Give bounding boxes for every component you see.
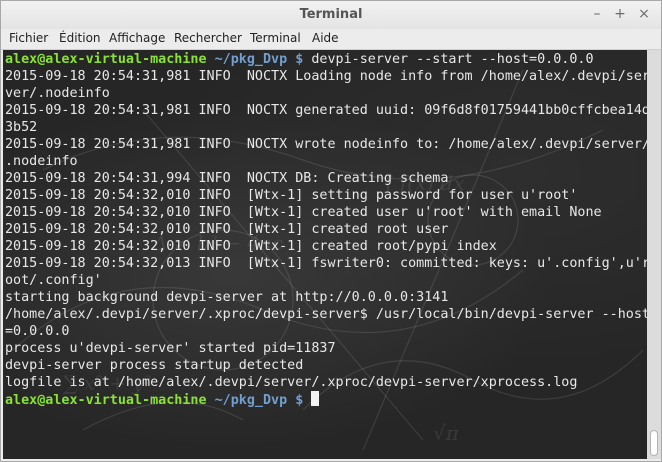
final-prompt-line[interactable]: alex@alex-virtual-machine ~/pkg_Dvp $ — [5, 391, 647, 408]
output-line: 2015-09-18 20:54:32,010 INFO [Wtx-1] set… — [5, 188, 578, 203]
menu-rechercher[interactable]: Rechercher — [174, 31, 242, 45]
scrollbar-thumb[interactable] — [650, 430, 658, 456]
menu-terminal[interactable]: Terminal — [250, 31, 301, 45]
output-line: ver/.nodeinfo — [5, 86, 110, 101]
terminal-window: Terminal – + × Fichier Édition Affichage… — [0, 0, 662, 462]
command-line: alex@alex-virtual-machine ~/pkg_Dvp $ de… — [5, 51, 647, 68]
output-line: 2015-09-18 20:54:31,981 INFO NOCTX gener… — [5, 103, 647, 118]
close-icon[interactable]: × — [635, 5, 653, 23]
minimize-icon[interactable]: – — [588, 5, 606, 23]
output-line: 2015-09-18 20:54:32,010 INFO [Wtx-1] cre… — [5, 222, 449, 237]
menu-bar: Fichier Édition Affichage Rechercher Ter… — [1, 29, 661, 50]
output-line: 2015-09-18 20:54:31,981 INFO NOCTX Loadi… — [5, 69, 647, 84]
output-line: 3b52 — [5, 120, 38, 135]
window-title: Terminal — [299, 7, 363, 22]
output-line: 2015-09-18 20:54:32,013 INFO [Wtx-1] fsw… — [5, 256, 647, 271]
command-text: devpi-server --start --host=0.0.0.0 — [303, 52, 594, 67]
output-line: 2015-09-18 20:54:32,010 INFO [Wtx-1] cre… — [5, 239, 497, 254]
output-line: starting background devpi-server at http… — [5, 290, 449, 305]
output-line: /home/alex/.devpi/server/.xproc/devpi-se… — [5, 307, 647, 322]
title-bar[interactable]: Terminal – + × — [1, 1, 661, 29]
menu-fichier[interactable]: Fichier — [9, 31, 48, 45]
terminal-output-area[interactable]: ∑ x² + y² ∫ f(x) dx √π Δ = b² − 4ac alex… — [3, 50, 647, 459]
output-line: logfile is at /home/alex/.devpi/server/.… — [5, 375, 578, 390]
output-line: 2015-09-18 20:54:32,010 INFO [Wtx-1] cre… — [5, 205, 602, 220]
output-line: 2015-09-18 20:54:31,994 INFO NOCTX DB: C… — [5, 171, 449, 186]
maximize-icon[interactable]: + — [611, 5, 629, 23]
output-line: .nodeinfo — [5, 154, 78, 169]
output-line: oot/.config' — [5, 273, 102, 288]
prompt-path: ~/pkg_Dvp $ — [214, 52, 304, 67]
vertical-scrollbar[interactable] — [647, 50, 661, 459]
menu-edition[interactable]: Édition — [59, 31, 101, 45]
final-prompt-user: alex@alex-virtual-machine — [5, 393, 207, 408]
final-prompt-path: ~/pkg_Dvp $ — [214, 393, 304, 408]
prompt-user: alex@alex-virtual-machine — [5, 52, 207, 67]
menu-affichage[interactable]: Affichage — [109, 31, 165, 45]
output-line: 2015-09-18 20:54:31,981 INFO NOCTX wrote… — [5, 137, 647, 152]
output-line: devpi-server process startup detected — [5, 358, 304, 373]
terminal-lines: alex@alex-virtual-machine ~/pkg_Dvp $ de… — [5, 51, 647, 408]
text-cursor — [311, 391, 320, 406]
output-line: =0.0.0.0 — [5, 324, 70, 339]
output-line: process u'devpi-server' started pid=1183… — [5, 341, 336, 356]
menu-aide[interactable]: Aide — [312, 31, 339, 45]
svg-text:√π: √π — [433, 421, 460, 445]
